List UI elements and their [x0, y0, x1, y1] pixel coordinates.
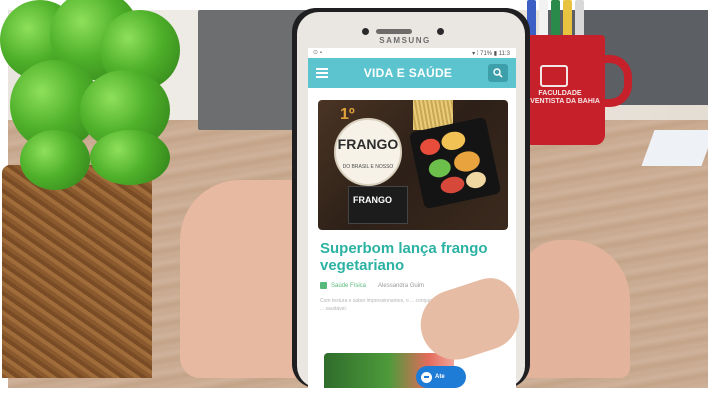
hero-title: FRANGO: [337, 136, 399, 152]
search-button[interactable]: [488, 64, 508, 82]
hamburger-icon[interactable]: [316, 68, 328, 78]
sensor: [437, 28, 444, 35]
plant-pot: [2, 165, 152, 378]
site-logo[interactable]: VIDA E SAÚDE: [328, 66, 488, 80]
article-category[interactable]: Saúde Física: [331, 283, 366, 289]
category-icon: [320, 282, 327, 289]
plant: [0, 0, 205, 195]
hero-number: 1º: [340, 106, 355, 123]
mug-logo: [540, 65, 568, 87]
package-label: FRANGO: [353, 195, 392, 205]
article-hero-image[interactable]: FRANGO DO BRASIL E NOSSO 1º FRANGO: [318, 100, 508, 230]
front-camera: [362, 28, 369, 35]
food-tray: [408, 116, 502, 210]
phone-brand: SAMSUNG: [379, 36, 431, 45]
right-hand: [520, 240, 630, 378]
chat-button[interactable]: Ate: [416, 366, 466, 388]
hero-subtitle: DO BRASIL E NOSSO: [342, 164, 394, 170]
article-headline[interactable]: Superbom lança frango vegetariano: [320, 240, 506, 274]
mug-text: FACULDADE ADVENTISTA DA BAHIA: [520, 90, 600, 105]
chat-label: Ate: [435, 374, 445, 380]
earpiece: [376, 29, 412, 34]
paper: [641, 130, 708, 166]
status-left: ⊙ ▪: [313, 50, 322, 56]
hero-badge: FRANGO DO BRASIL E NOSSO: [334, 118, 402, 186]
article-author[interactable]: Alessandra Guim: [378, 283, 424, 289]
status-bar: ⊙ ▪ ▾ ⁞ 71% ▮ 11:3: [308, 48, 516, 58]
product-package: FRANGO: [348, 186, 408, 224]
chat-icon: [421, 371, 432, 383]
search-icon: [493, 68, 503, 78]
status-right: ▾ ⁞ 71% ▮ 11:3: [472, 50, 510, 57]
app-header: VIDA E SAÚDE: [308, 58, 516, 88]
